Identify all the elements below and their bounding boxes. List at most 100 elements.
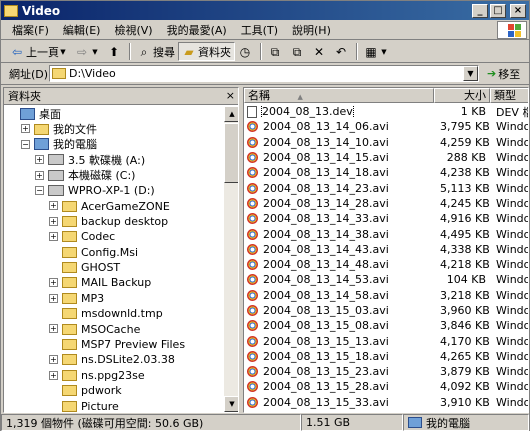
tree-item[interactable]: 桌面 [4, 106, 224, 121]
column-size[interactable]: 大小 [434, 88, 490, 103]
search-button[interactable]: ⌕ 搜尋 [134, 42, 178, 61]
back-button[interactable]: ⇦ 上一頁 ▼ [7, 42, 72, 61]
tree-item[interactable]: MSP7 Preview Files [4, 337, 224, 352]
chevron-down-icon[interactable]: ▼ [463, 66, 478, 81]
up-folder-button[interactable]: ⬆ [104, 42, 126, 61]
file-row[interactable]: 2004_08_13_14_18.avi 4,238 KB Windows [244, 165, 528, 180]
expand-icon[interactable]: + [35, 170, 44, 180]
expand-icon[interactable]: + [49, 278, 58, 288]
collapse-icon[interactable]: − [21, 139, 30, 149]
tree-item-label: MSOCache [81, 322, 141, 336]
chevron-down-icon: ▼ [92, 47, 98, 56]
address-input[interactable]: D:\Video ▼ [49, 65, 479, 82]
expand-icon[interactable]: + [49, 216, 58, 226]
file-row[interactable]: 2004_08_13_14_48.avi 4,218 KB Windows [244, 257, 528, 272]
tree-item[interactable]: pdwork [4, 383, 224, 398]
tree-item[interactable]: + AcerGameZONE [4, 198, 224, 213]
file-row[interactable]: 2004_08_13.dev 1 KB DEV 檔案 [244, 104, 528, 119]
tree-item[interactable]: + MP3 [4, 291, 224, 306]
menu-tools[interactable]: 工具(T) [234, 22, 285, 38]
folders-button[interactable]: ▰ 資料夾 [178, 42, 235, 61]
file-row[interactable]: 2004_08_13_14_06.avi 3,795 KB Windows [244, 119, 528, 134]
collapse-icon[interactable]: − [35, 185, 44, 195]
file-row[interactable]: 2004_08_13_14_58.avi 3,218 KB Windows [244, 288, 528, 303]
file-row[interactable]: 2004_08_13_14_43.avi 4,338 KB Windows [244, 242, 528, 257]
views-button[interactable]: ▦ ▼ [361, 42, 393, 61]
maximize-button[interactable]: □ [490, 3, 506, 18]
file-row[interactable]: 2004_08_13_14_28.avi 4,245 KB Windows [244, 196, 528, 211]
folder-icon [62, 215, 77, 227]
menu-help[interactable]: 說明(H) [285, 22, 338, 38]
tree-item[interactable]: + backup desktop [4, 214, 224, 229]
close-button[interactable]: × [510, 3, 526, 18]
tree-item[interactable]: Picture [4, 398, 224, 412]
media-file-icon [247, 335, 258, 347]
tree-item[interactable]: + 本機磁碟 (C:) [4, 168, 224, 183]
tree-item[interactable]: − 我的電腦 [4, 137, 224, 152]
file-row[interactable]: 2004_08_13_14_10.avi 4,259 KB Windows [244, 135, 528, 150]
tree-item[interactable]: − WPRO-XP-1 (D:) [4, 183, 224, 198]
folder-icon [4, 4, 18, 17]
file-row[interactable]: 2004_08_13_15_38.avi 4,212 KBWindows [244, 410, 528, 412]
file-row[interactable]: 2004_08_13_15_18.avi 4,265 KB Windows [244, 349, 528, 364]
file-row[interactable]: 2004_08_13_14_15.avi 288 KB Windows [244, 150, 528, 165]
file-row[interactable]: 2004_08_13_15_23.avi 3,879 KB Windows [244, 364, 528, 379]
folder-tree-scrollbar[interactable]: ▲ ▼ [224, 106, 238, 412]
tree-item[interactable]: GHOST [4, 260, 224, 275]
file-row[interactable]: 2004_08_13_14_53.avi 104 KB Windows [244, 272, 528, 287]
file-name-cell: 2004_08_13_15_23.avi [244, 365, 440, 378]
tree-item[interactable]: msdownld.tmp [4, 306, 224, 321]
expand-icon[interactable]: + [21, 124, 30, 134]
go-button[interactable]: ➔ 移至 [487, 66, 520, 82]
menu-edit[interactable]: 編輯(E) [56, 22, 108, 38]
minimize-button[interactable]: _ [472, 3, 488, 18]
title-bar[interactable]: Video _ □ × [1, 1, 529, 20]
expand-icon[interactable]: + [49, 355, 58, 365]
tree-item[interactable]: + 我的文件 [4, 121, 224, 136]
expand-icon[interactable]: + [49, 324, 58, 334]
expand-icon[interactable]: + [49, 370, 58, 380]
tree-item[interactable]: + Codec [4, 229, 224, 244]
file-row[interactable]: 2004_08_13_15_08.avi 3,846 KB Windows [244, 318, 528, 333]
close-icon[interactable]: × [226, 89, 235, 102]
scroll-up-button[interactable]: ▲ [224, 106, 238, 122]
menu-file[interactable]: 檔案(F) [5, 22, 56, 38]
expand-icon[interactable]: + [49, 201, 58, 211]
file-row[interactable]: 2004_08_13_15_33.avi 3,910 KB Windows [244, 395, 528, 410]
file-row[interactable]: 2004_08_13_15_13.avi 4,170 KB Windows [244, 333, 528, 348]
file-name: 2004_08_13_15_08.avi [263, 319, 389, 333]
history-button[interactable]: ◷ [235, 42, 257, 61]
undo-button[interactable]: ↶ [331, 42, 353, 61]
copy-to-button[interactable]: ⧉ [287, 42, 309, 61]
file-row[interactable]: 2004_08_13_14_38.avi 4,495 KB Windows [244, 226, 528, 241]
file-row[interactable]: 2004_08_13_15_28.avi 4,092 KB Windows [244, 379, 528, 394]
toolbar-separator [260, 43, 262, 60]
file-row[interactable]: 2004_08_13_15_03.avi 3,960 KB Windows [244, 303, 528, 318]
expand-icon[interactable]: + [35, 155, 44, 165]
menu-favorites[interactable]: 我的最愛(A) [160, 22, 234, 38]
scroll-thumb[interactable] [224, 123, 238, 183]
tree-item[interactable]: +3.5 軟碟機 (A:) [4, 152, 224, 167]
tree-item[interactable]: Config.Msi [4, 245, 224, 260]
forward-button[interactable]: ⇨ ▼ [72, 42, 104, 61]
delete-button[interactable]: ✕ [309, 42, 331, 61]
back-label: 上一頁 [26, 45, 59, 59]
scroll-down-button[interactable]: ▼ [224, 396, 238, 412]
file-row[interactable]: 2004_08_13_14_33.avi 4,916 KB Windows [244, 211, 528, 226]
file-type: Windows [496, 273, 528, 287]
tree-item[interactable]: + MAIL Backup [4, 275, 224, 290]
folder-icon [62, 354, 77, 366]
expand-icon[interactable]: + [49, 293, 58, 303]
menu-view[interactable]: 檢視(V) [107, 22, 159, 38]
move-to-button[interactable]: ⧉ [265, 42, 287, 61]
tree-item[interactable]: + ns.DSLite2.03.38 [4, 352, 224, 367]
expand-icon[interactable]: + [49, 232, 58, 242]
tree-item[interactable]: + ns.ppg23se [4, 368, 224, 383]
tree-item[interactable]: + MSOCache [4, 321, 224, 336]
computer-icon [34, 138, 49, 151]
column-name[interactable]: 名稱 ▲ [244, 88, 434, 103]
tree-item-label: ns.DSLite2.03.38 [81, 353, 175, 367]
column-headers: 名稱 ▲ 大小 類型 [244, 88, 528, 103]
file-row[interactable]: 2004_08_13_14_23.avi 5,113 KB Windows [244, 180, 528, 195]
column-type[interactable]: 類型 [490, 88, 528, 103]
